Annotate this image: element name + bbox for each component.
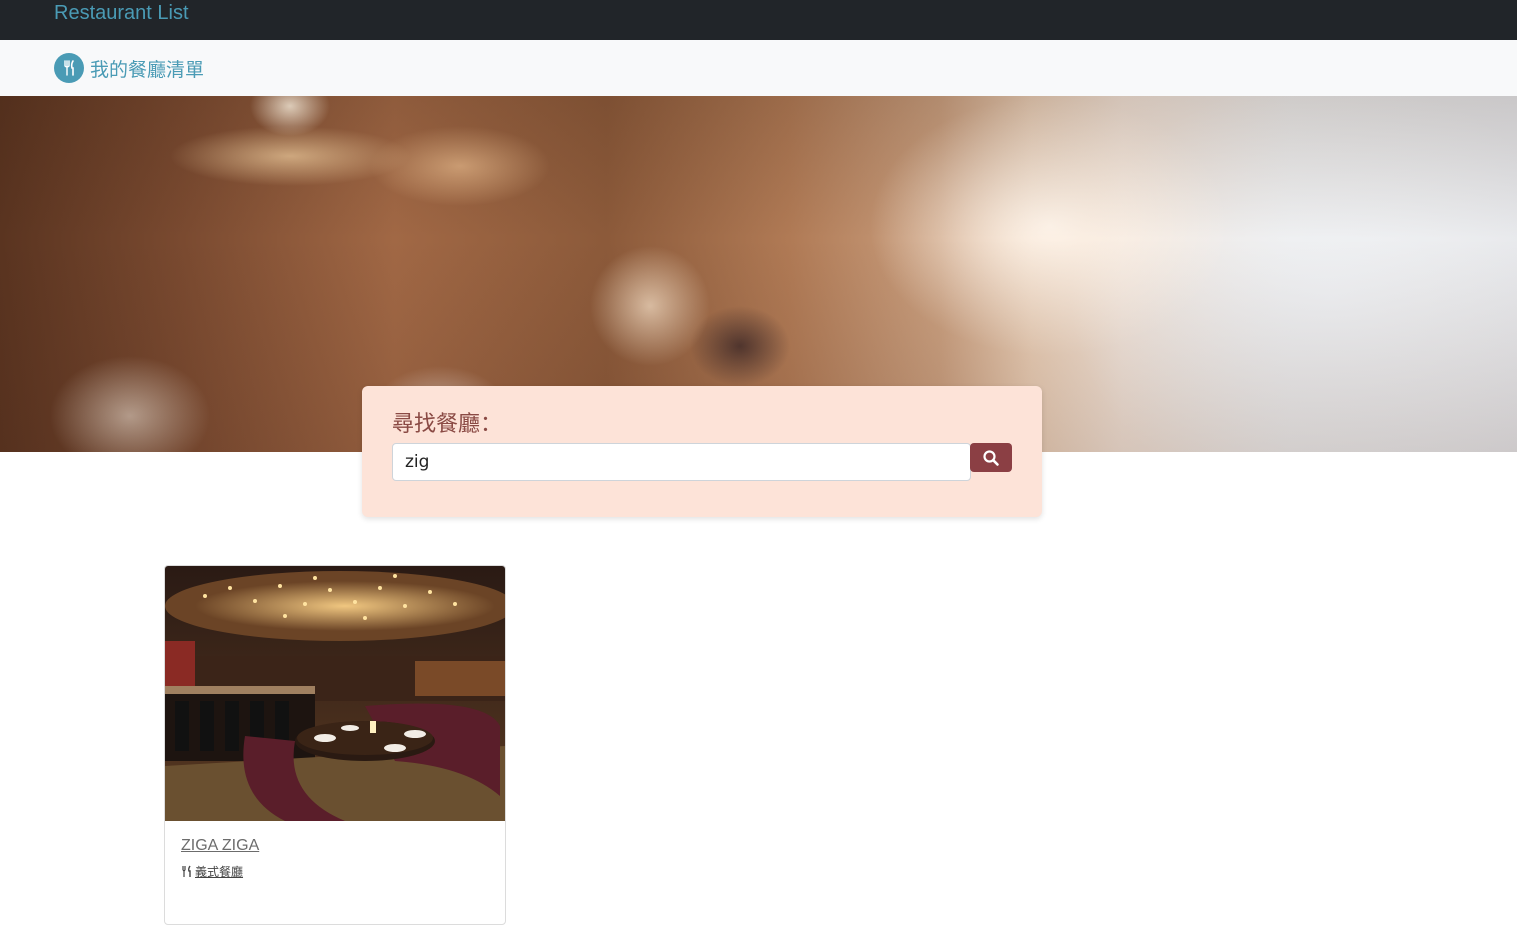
navbar: 我的餐廳清單	[0, 40, 1517, 96]
search-button[interactable]	[970, 443, 1012, 472]
navbar-brand-link[interactable]: 我的餐廳清單	[54, 53, 204, 83]
navbar-brand-label: 我的餐廳清單	[90, 58, 205, 81]
app-title: Restaurant List	[54, 2, 189, 24]
restaurant-card[interactable]: ZIGA ZIGA 義式餐廳	[164, 565, 506, 925]
utensils-icon	[182, 865, 191, 877]
search-icon	[983, 449, 999, 466]
restaurant-name-link[interactable]: ZIGA ZIGA	[181, 837, 259, 855]
restaurant-category-label: 義式餐廳	[195, 865, 244, 879]
search-panel: 尋找餐廳：	[362, 386, 1042, 517]
search-heading: 尋找餐廳：	[392, 412, 503, 437]
top-bar: Restaurant List	[0, 0, 1517, 40]
restaurant-photo[interactable]	[165, 566, 505, 821]
search-input[interactable]	[392, 443, 971, 481]
utensils-icon	[54, 53, 84, 83]
restaurant-category-link[interactable]: 義式餐廳	[181, 863, 243, 880]
